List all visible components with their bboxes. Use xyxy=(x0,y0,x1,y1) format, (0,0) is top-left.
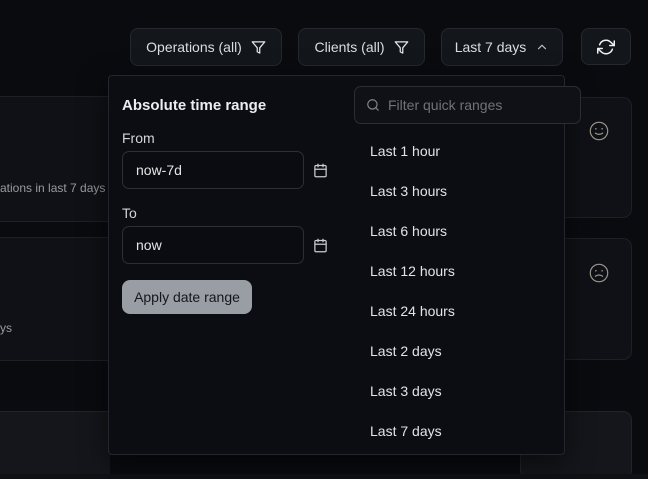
quick-range-option-label: Last 6 hours xyxy=(370,223,447,239)
bottom-card-edge xyxy=(0,474,648,479)
chevron-up-icon xyxy=(535,40,549,54)
operations-filter-label: Operations (all) xyxy=(146,39,242,55)
quick-range-option-label: Last 24 hours xyxy=(370,303,455,319)
quick-range-option-label: Last 2 days xyxy=(370,343,442,359)
time-range-picker-panel: Absolute time range From To xyxy=(108,75,565,455)
dashboard-page: { "toolbar": { "operations_filter_label"… xyxy=(0,0,648,479)
clients-filter-label: Clients (all) xyxy=(314,39,384,55)
search-icon xyxy=(366,98,380,112)
quick-range-filter-input[interactable] xyxy=(388,97,569,113)
to-input[interactable] xyxy=(122,226,304,264)
absolute-time-range-section: Absolute time range From To xyxy=(109,76,341,454)
filter-funnel-icon xyxy=(251,40,266,55)
quick-range-option-label: Last 1 hour xyxy=(370,143,440,159)
quick-range-option-label: Last 12 hours xyxy=(370,263,455,279)
quick-range-search[interactable] xyxy=(354,86,581,124)
from-calendar-button[interactable] xyxy=(313,163,328,178)
quick-range-option[interactable]: Last 7 days xyxy=(341,411,590,451)
smiley-face-icon xyxy=(588,120,610,147)
frown-face-icon xyxy=(588,262,610,289)
quick-range-option[interactable]: Last 6 hours xyxy=(341,211,590,251)
time-range-picker-button[interactable]: Last 7 days xyxy=(441,28,563,66)
apply-date-range-button[interactable]: Apply date range xyxy=(122,280,252,314)
quick-range-option-label: Last 7 days xyxy=(370,423,442,439)
to-calendar-button[interactable] xyxy=(313,238,328,253)
operations-filter-button[interactable]: Operations (all) xyxy=(130,28,282,66)
stat-card-caption: ations in last 7 days xyxy=(0,181,105,195)
refresh-icon xyxy=(597,38,615,56)
from-input[interactable] xyxy=(122,151,304,189)
stat-card-caption: ys xyxy=(0,321,12,335)
clients-filter-button[interactable]: Clients (all) xyxy=(298,28,425,66)
quick-range-option[interactable]: Last 12 hours xyxy=(341,251,590,291)
filter-funnel-icon xyxy=(394,40,409,55)
stat-card-operations: ations in last 7 days xyxy=(0,96,110,222)
to-label: To xyxy=(122,204,328,222)
quick-ranges-section: Last 1 hour Last 3 hours Last 6 hours La… xyxy=(341,76,590,454)
quick-ranges-list: Last 1 hour Last 3 hours Last 6 hours La… xyxy=(341,131,590,451)
quick-range-option[interactable]: Last 3 hours xyxy=(341,171,590,211)
panel-title: Absolute time range xyxy=(122,96,328,115)
calendar-icon xyxy=(313,238,328,253)
from-label: From xyxy=(122,129,328,147)
stat-card-errors: ys xyxy=(0,237,110,361)
quick-range-option[interactable]: Last 3 days xyxy=(341,371,590,411)
quick-range-option[interactable]: Last 2 days xyxy=(341,331,590,371)
refresh-button[interactable] xyxy=(581,28,631,65)
calendar-icon xyxy=(313,163,328,178)
quick-range-option-label: Last 3 days xyxy=(370,383,442,399)
stat-card-partial xyxy=(0,411,110,479)
quick-range-option-label: Last 3 hours xyxy=(370,183,447,199)
quick-range-option[interactable]: Last 1 hour xyxy=(341,131,590,171)
time-range-label: Last 7 days xyxy=(455,39,527,55)
quick-range-option[interactable]: Last 24 hours xyxy=(341,291,590,331)
